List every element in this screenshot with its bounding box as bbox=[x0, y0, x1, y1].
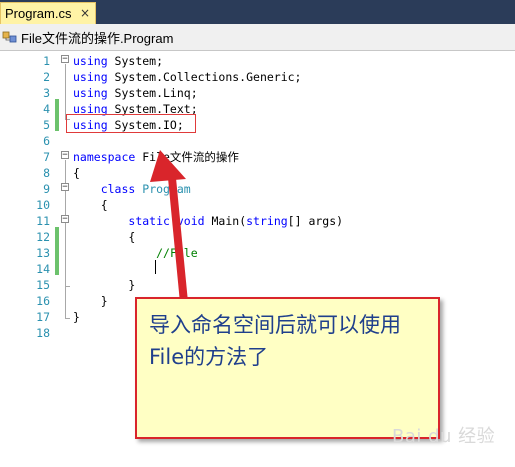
line-number: 15 bbox=[36, 278, 50, 292]
code-line[interactable]: { bbox=[73, 229, 135, 245]
change-marker bbox=[55, 99, 59, 115]
code-token: using bbox=[73, 86, 108, 100]
line-number: 7 bbox=[43, 150, 50, 164]
code-token: void bbox=[176, 214, 205, 228]
line-number: 2 bbox=[43, 70, 50, 84]
code-token: { bbox=[73, 166, 80, 180]
tab-program-cs[interactable]: Program.cs × bbox=[0, 2, 96, 24]
code-token: class bbox=[100, 182, 136, 196]
code-token: Program bbox=[142, 182, 191, 196]
line-number: 3 bbox=[43, 86, 50, 100]
code-token: namespace bbox=[73, 150, 136, 164]
change-marker bbox=[55, 259, 59, 275]
close-icon[interactable]: × bbox=[80, 6, 90, 20]
code-token: string bbox=[246, 214, 288, 228]
code-line[interactable]: //File bbox=[73, 245, 198, 261]
code-token: { bbox=[73, 198, 108, 212]
code-token: //File bbox=[156, 246, 198, 260]
annotation-callout: 导入命名空间后就可以使用File的方法了 bbox=[135, 297, 440, 439]
code-token: } bbox=[73, 294, 108, 308]
code-line[interactable]: namespace File文件流的操作 bbox=[73, 149, 239, 165]
change-marker bbox=[55, 227, 59, 243]
line-number: 4 bbox=[43, 102, 50, 116]
line-number: 13 bbox=[36, 246, 50, 260]
type-dropdown[interactable]: File文件流的操作.Program bbox=[2, 27, 282, 47]
code-line[interactable]: { bbox=[73, 197, 108, 213]
collapse-icon[interactable]: − bbox=[61, 183, 69, 192]
code-token: { bbox=[73, 230, 136, 244]
code-token: Main( bbox=[204, 214, 247, 228]
line-number: 11 bbox=[36, 214, 50, 228]
line-number: 1 bbox=[43, 54, 50, 68]
line-number: 16 bbox=[36, 294, 50, 308]
collapse-icon[interactable]: − bbox=[61, 215, 69, 224]
annotation-highlight-box bbox=[66, 114, 196, 133]
code-token: } bbox=[73, 278, 136, 292]
code-token: System; bbox=[107, 54, 164, 68]
callout-text: 导入命名空间后就可以使用File的方法了 bbox=[149, 313, 401, 369]
fold-guide bbox=[65, 224, 66, 286]
change-marker bbox=[55, 115, 59, 131]
change-marker bbox=[55, 243, 59, 259]
line-number: 12 bbox=[36, 230, 50, 244]
code-line[interactable]: { bbox=[73, 165, 80, 181]
line-number: 5 bbox=[43, 118, 50, 132]
code-line[interactable]: class Program bbox=[73, 181, 191, 197]
line-number: 8 bbox=[43, 166, 50, 180]
code-line[interactable]: } bbox=[73, 277, 135, 293]
document-tab-strip: Program.cs × bbox=[0, 0, 515, 24]
collapse-icon[interactable]: − bbox=[61, 55, 69, 64]
code-token: using bbox=[73, 70, 108, 84]
line-number: 14 bbox=[36, 262, 50, 276]
collapse-icon[interactable]: − bbox=[61, 151, 69, 160]
code-token: } bbox=[73, 310, 80, 324]
code-line[interactable]: using System; bbox=[73, 53, 163, 69]
code-token: static bbox=[128, 214, 170, 228]
code-line[interactable]: } bbox=[73, 293, 108, 309]
code-line[interactable]: using System.Linq; bbox=[73, 85, 198, 101]
tab-label: Program.cs bbox=[5, 6, 72, 21]
line-number: 18 bbox=[36, 326, 50, 340]
code-token: System.Linq; bbox=[107, 86, 198, 100]
code-token: using bbox=[73, 54, 108, 68]
fold-guide bbox=[65, 64, 66, 119]
fold-guide-end bbox=[65, 318, 70, 319]
text-cursor bbox=[155, 260, 156, 274]
code-line[interactable]: static void Main(string[] args) bbox=[73, 213, 343, 229]
code-line[interactable]: using System.Collections.Generic; bbox=[73, 69, 302, 85]
line-number: 17 bbox=[36, 310, 50, 324]
navigation-bar: File文件流的操作.Program bbox=[0, 24, 515, 51]
line-number: 9 bbox=[43, 182, 50, 196]
code-line[interactable]: } bbox=[73, 309, 80, 325]
line-number: 10 bbox=[36, 198, 50, 212]
line-number: 6 bbox=[43, 134, 50, 148]
fold-guide-end bbox=[65, 286, 70, 287]
watermark: Bai du 经验 bbox=[392, 426, 496, 447]
code-token: [] args) bbox=[287, 214, 344, 228]
type-dropdown-label: File文件流的操作.Program bbox=[21, 30, 174, 46]
code-token: File文件流的操作 bbox=[135, 150, 239, 164]
code-token: System.Collections.Generic; bbox=[107, 70, 302, 84]
csharp-class-icon bbox=[2, 31, 17, 43]
